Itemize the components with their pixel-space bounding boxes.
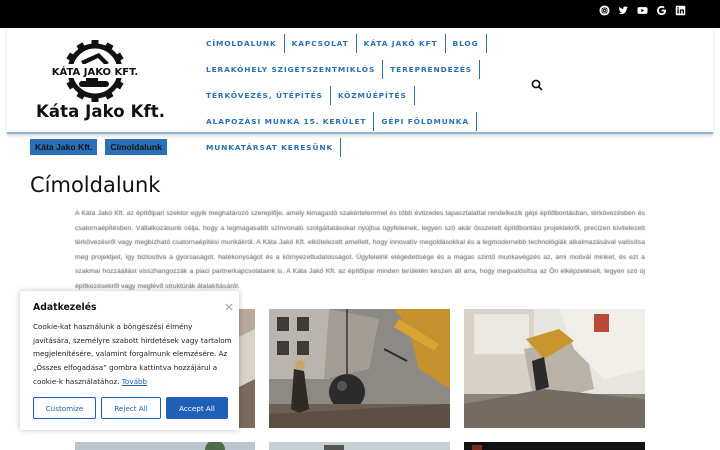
nav-row: TÉRKÖVEZÉS, ÚTÉPÍTÉS KÖZMŰÉPÍTÉS: [203, 86, 533, 105]
logo-text: KÁTA JAKO KFT.: [52, 65, 138, 78]
accept-all-button[interactable]: Accept All: [166, 397, 228, 419]
cookie-buttons: Customize Reject All Accept All: [33, 397, 228, 419]
customize-button[interactable]: Customize: [33, 397, 96, 419]
gallery-image-2[interactable]: [269, 309, 450, 428]
social-links: [599, 5, 686, 16]
linkedin-icon[interactable]: [675, 5, 686, 16]
gallery-image-3[interactable]: [464, 309, 645, 428]
nav-item[interactable]: TÉRKÖVEZÉS, ÚTÉPÍTÉS: [203, 86, 331, 105]
instagram-icon[interactable]: [599, 5, 610, 16]
nav-item[interactable]: KÖZMŰÉPÍTÉS: [331, 86, 415, 105]
reject-all-button[interactable]: Reject All: [101, 397, 161, 419]
gallery-image-6[interactable]: [464, 442, 645, 450]
nav-item[interactable]: MUNKATÁRSAT KERESÜNK: [203, 138, 342, 157]
page: KÁTA JAKO KFT. Káta Jako Kft. CÍMOLDALUN…: [0, 0, 720, 450]
company-logo[interactable]: KÁTA JAKO KFT.: [35, 40, 155, 102]
search-icon[interactable]: [531, 76, 543, 91]
page-title: Címoldalunk: [30, 173, 161, 197]
nav-row: CÍMOLDALUNK KAPCSOLAT KÁTA JAKÓ KFT BLOG: [203, 34, 533, 53]
nav-item[interactable]: ALAPOZÁSI MUNKA 15. KERÜLET: [203, 112, 375, 131]
brand-name[interactable]: Káta Jako Kft.: [36, 102, 165, 121]
google-icon[interactable]: [656, 5, 667, 16]
breadcrumb-home[interactable]: Káta Jako Kft.: [30, 139, 98, 155]
gallery-image-4[interactable]: [75, 442, 255, 450]
nav-item[interactable]: KAPCSOLAT: [285, 34, 357, 53]
nav-item[interactable]: GÉPI FÖLDMUNKA: [374, 112, 477, 131]
close-icon[interactable]: [225, 296, 233, 311]
gallery-image-5[interactable]: [269, 442, 450, 450]
cookie-consent-dialog: Adatkezelés Cookie-kat használunk a böng…: [20, 291, 239, 430]
nav-item[interactable]: KÁTA JAKÓ KFT: [357, 34, 446, 53]
cookie-title: Adatkezelés: [33, 302, 97, 313]
nav-row: MUNKATÁRSAT KERESÜNK: [203, 138, 533, 157]
nav-row: LERAKÓHELY SZIGETSZENTMIKLÓS TEREPRENDEZÉ…: [203, 60, 533, 79]
main-navigation: CÍMOLDALUNK KAPCSOLAT KÁTA JAKÓ KFT BLOG LER…: [203, 34, 533, 164]
breadcrumb: Káta Jako Kft. Címoldalunk: [30, 139, 167, 155]
intro-text: A Káta Jakó Kft. az építőipari szektor e…: [75, 210, 645, 290]
site-header: KÁTA JAKO KFT. Káta Jako Kft. CÍMOLDALUN…: [7, 28, 713, 157]
nav-item[interactable]: BLOG: [446, 34, 487, 53]
nav-item[interactable]: CÍMOLDALUNK: [203, 34, 285, 53]
nav-item[interactable]: LERAKÓHELY SZIGETSZENTMIKLÓS: [203, 60, 384, 79]
nav-row: ALAPOZÁSI MUNKA 15. KERÜLET GÉPI FÖLDMUNK…: [203, 112, 533, 131]
youtube-icon[interactable]: [637, 5, 648, 16]
breadcrumb-current[interactable]: Címoldalunk: [105, 139, 167, 155]
top-bar: [0, 0, 720, 28]
cookie-text: Cookie-kat használunk a böngészési élmén…: [33, 320, 232, 389]
twitter-icon[interactable]: [618, 5, 629, 16]
cookie-more-link[interactable]: Tovább: [122, 377, 147, 386]
nav-item[interactable]: TEREPRENDEZÉS: [383, 60, 480, 79]
